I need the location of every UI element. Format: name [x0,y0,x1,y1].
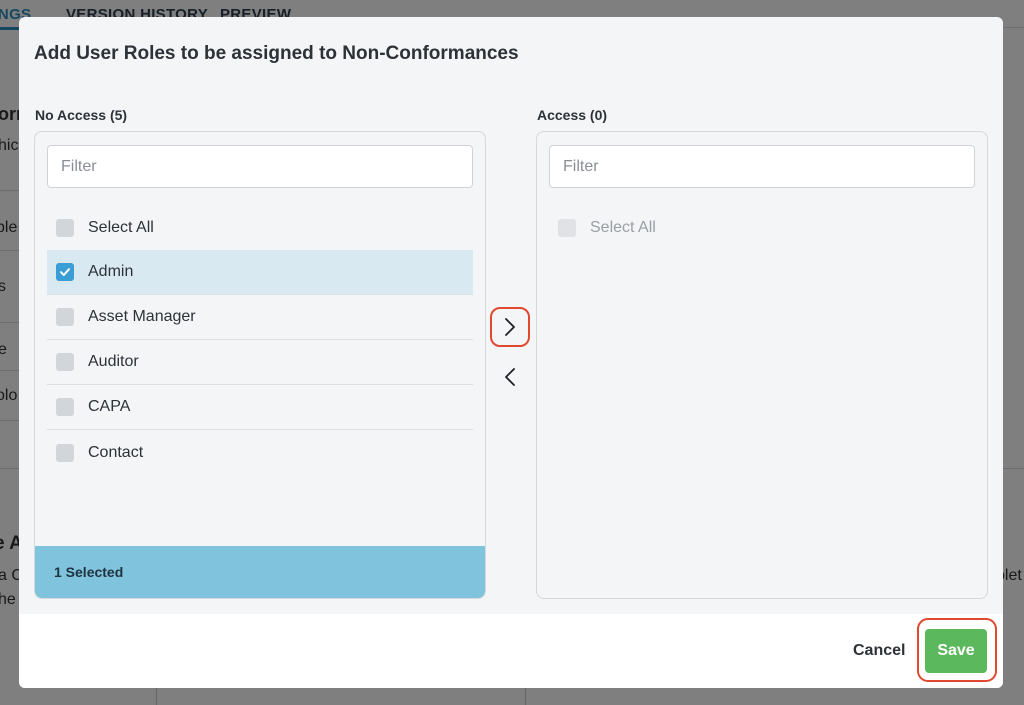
checkbox[interactable] [56,218,74,237]
no-access-select-all[interactable]: Select All [47,205,473,250]
list-item-label: Contact [88,443,144,461]
access-label: Access (0) [537,107,608,123]
checkbox[interactable] [56,353,74,371]
checkbox-disabled [558,218,576,237]
list-item-label: Admin [88,263,134,280]
access-panel: Select All [536,131,988,599]
no-access-panel: Select All Admin Asset Manager Auditor C… [34,131,486,599]
no-access-label: No Access (5) [35,107,128,123]
select-all-label: Select All [590,218,656,236]
selected-count-bar: 1 Selected [35,546,485,598]
list-item-contact[interactable]: Contact [47,430,473,475]
select-all-label: Select All [88,218,154,236]
save-button[interactable]: Save [925,629,987,673]
no-access-filter-input[interactable] [47,145,473,188]
access-filter-input[interactable] [549,145,975,188]
checkmark-icon [60,268,70,276]
list-item-label: Auditor [88,353,139,370]
checkbox[interactable] [56,443,74,462]
list-item-label: CAPA [88,398,131,415]
list-item-auditor[interactable]: Auditor [47,340,473,385]
chevron-right-icon [505,318,515,336]
user-roles-modal: Add User Roles to be assigned to Non-Con… [19,17,1003,688]
cancel-button[interactable]: Cancel [853,637,905,665]
checkbox-checked[interactable] [56,263,74,281]
list-item-label: Asset Manager [88,308,196,325]
access-select-all: Select All [549,205,975,250]
chevron-left-icon [505,368,515,386]
modal-title: Add User Roles to be assigned to Non-Con… [34,43,519,64]
checkbox[interactable] [56,398,74,416]
list-item-asset-manager[interactable]: Asset Manager [47,295,473,340]
list-item-capa[interactable]: CAPA [47,385,473,430]
list-item-admin[interactable]: Admin [47,250,473,295]
move-left-button[interactable] [490,357,530,397]
checkbox[interactable] [56,308,74,326]
move-right-button[interactable] [490,307,530,347]
